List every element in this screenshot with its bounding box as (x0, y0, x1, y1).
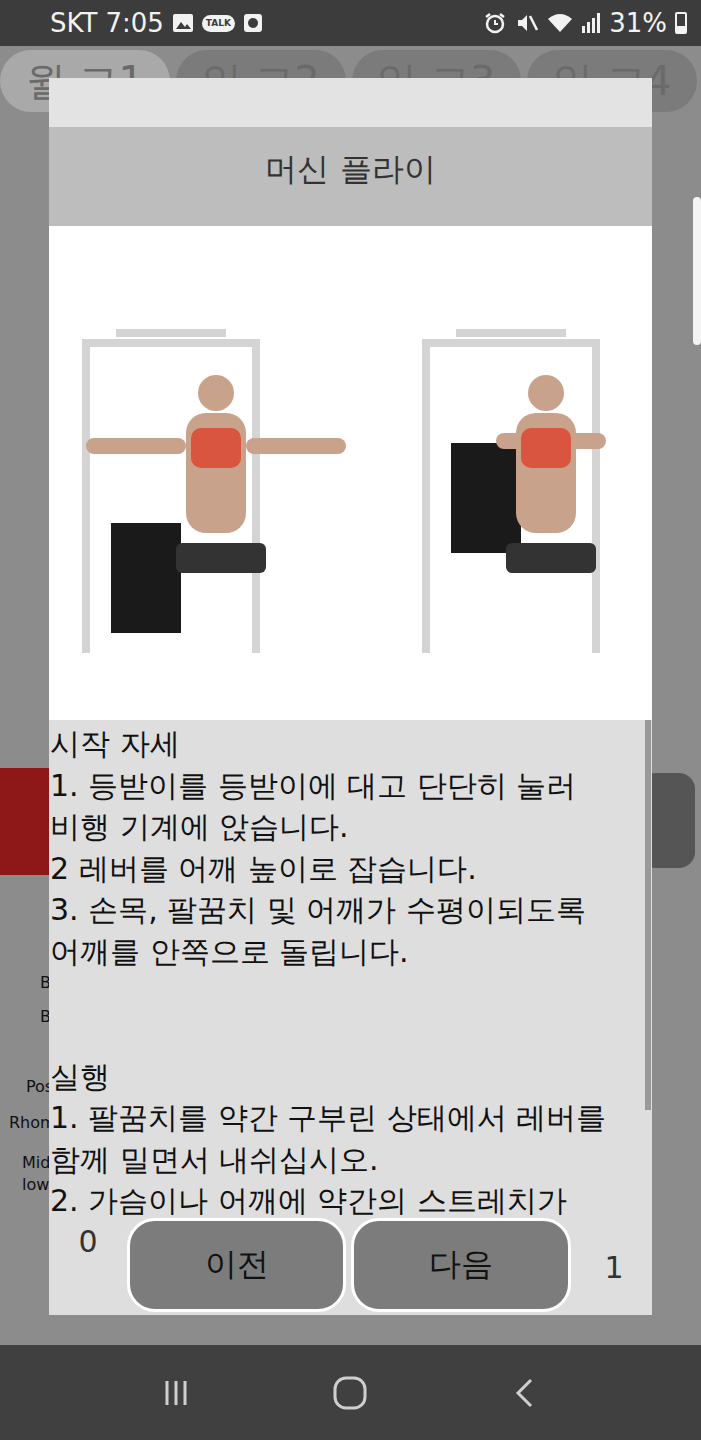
background-scrollbar (693, 197, 701, 345)
status-left: SKT 7:05 TALK (50, 8, 263, 38)
instruction-line: 비행 기계에 앉습니다. (50, 806, 652, 848)
carrier: SKT (50, 8, 97, 38)
instruction-line: 1. 등받이를 등받이에 대고 단단히 눌러 (50, 765, 652, 807)
previous-index: 0 (49, 1218, 127, 1259)
instruction-line: 함께 밀면서 내쉬십시오. (50, 1139, 652, 1181)
mute-icon (515, 11, 539, 35)
talk-icon: TALK (202, 15, 235, 32)
recent-apps-icon[interactable] (160, 1377, 192, 1409)
section-heading: 실행 (50, 1056, 652, 1098)
instructions-scrollbar[interactable] (645, 720, 651, 1110)
navigation-bar (0, 1345, 701, 1440)
status-right: 31% (483, 8, 687, 38)
instruction-line: 3. 손목, 팔꿈치 및 어깨가 수평이되도록 (50, 889, 652, 931)
instruction-line: 1. 팔꿈치를 약간 구부린 상태에서 레버를 (50, 1097, 652, 1139)
instructions-text: 시작 자세1. 등받이를 등받이에 대고 단단히 눌러비행 기계에 앉습니다.2… (49, 720, 652, 1215)
exercise-illustration (49, 226, 652, 720)
instructions-area[interactable]: 시작 자세1. 등받이를 등받이에 대고 단단히 눌러비행 기계에 앉습니다.2… (49, 720, 652, 1215)
back-icon[interactable] (509, 1377, 541, 1409)
button-label: 다음 (429, 1243, 493, 1287)
home-icon[interactable] (332, 1375, 368, 1411)
instruction-section: 시작 자세1. 등받이를 등받이에 대고 단단히 눌러비행 기계에 앉습니다.2… (50, 723, 652, 973)
dialog-title: 머신 플라이 (265, 148, 435, 192)
instruction-line: 2 레버를 어깨 높이로 잡습니다. (50, 848, 652, 890)
status-bar: SKT 7:05 TALK 31% (0, 0, 701, 46)
clock: 7:05 (105, 8, 163, 38)
background-label: Mid (22, 1153, 50, 1172)
previous-button[interactable]: 이전 (127, 1218, 347, 1312)
next-index: 1 (576, 1218, 652, 1285)
next-button[interactable]: 다음 (351, 1218, 571, 1312)
background-app: 월 그1일 그2일 그3일 그4BBPosRhomMidlowe머신 플라이시작… (0, 46, 701, 1345)
clock-app-icon (243, 13, 263, 33)
battery-percent: 31% (609, 8, 667, 38)
instruction-line: 어깨를 안쪽으로 돌립니다. (50, 931, 652, 973)
battery-fill (677, 26, 685, 32)
button-label: 이전 (205, 1243, 269, 1287)
exercise-dialog: 머신 플라이시작 자세1. 등받이를 등받이에 대고 단단히 눌러비행 기계에 … (49, 78, 652, 1315)
battery-icon (675, 12, 687, 34)
alarm-icon (483, 11, 507, 35)
wifi-icon (547, 12, 573, 34)
dialog-top-strip (49, 78, 652, 127)
dialog-button-row: 0 이전 다음 1 (49, 1215, 652, 1315)
section-heading: 시작 자세 (50, 723, 652, 765)
instruction-line: 2. 가슴이나 어깨에 약간의 스트레치가 (50, 1180, 652, 1215)
gallery-icon (172, 13, 194, 33)
machine-illustration (56, 263, 646, 683)
dialog-title-bar: 머신 플라이 (49, 127, 652, 226)
signal-icon (581, 12, 601, 34)
instruction-section: 실행1. 팔꿈치를 약간 구부린 상태에서 레버를함께 밀면서 내쉬십시오.2.… (50, 1056, 652, 1215)
